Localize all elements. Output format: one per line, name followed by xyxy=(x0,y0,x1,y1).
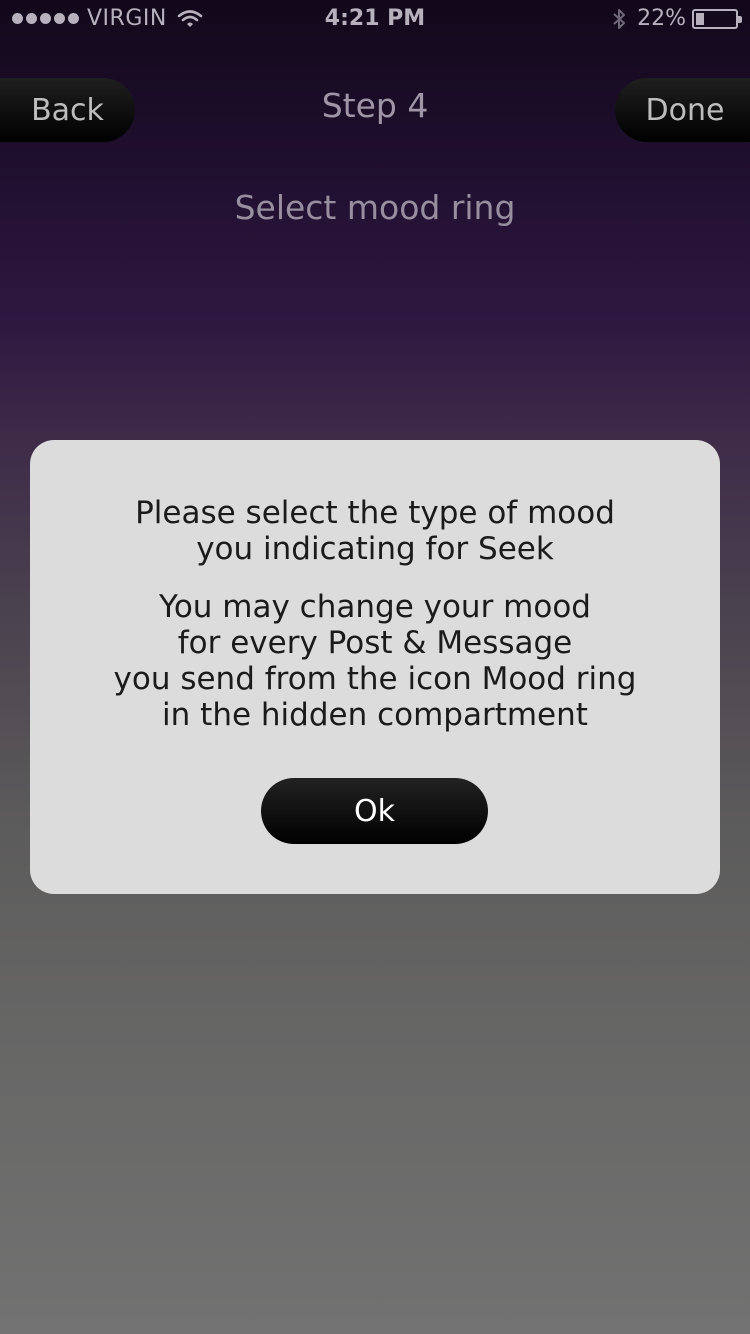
dialog-line: Please select the type of mood xyxy=(135,495,615,531)
dialog-message-secondary: You may change your mood for every Post … xyxy=(30,589,720,733)
battery-fill xyxy=(696,12,704,25)
status-right: 22% xyxy=(611,6,742,31)
status-bar: VIRGIN 4:21 PM 22% xyxy=(0,0,750,40)
battery-percent: 22% xyxy=(637,6,686,31)
bluetooth-icon xyxy=(613,8,626,29)
mood-dialog: Please select the type of mood you indic… xyxy=(30,440,720,894)
dialog-line: for every Post & Message xyxy=(177,625,573,661)
dialog-line: You may change your mood xyxy=(159,589,591,625)
ok-button[interactable]: Ok xyxy=(261,778,488,844)
dialog-line: you indicating for Seek xyxy=(196,531,554,567)
screen: VIRGIN 4:21 PM 22% Back Step 4 Done Sele… xyxy=(0,0,750,1334)
done-button[interactable]: Done xyxy=(615,78,750,142)
dialog-message-primary: Please select the type of mood you indic… xyxy=(30,495,720,567)
battery-icon xyxy=(692,8,742,29)
dialog-line: in the hidden compartment xyxy=(162,697,588,733)
page-subtitle: Select mood ring xyxy=(234,188,516,227)
dialog-line: you send from the icon Mood ring xyxy=(113,661,637,697)
